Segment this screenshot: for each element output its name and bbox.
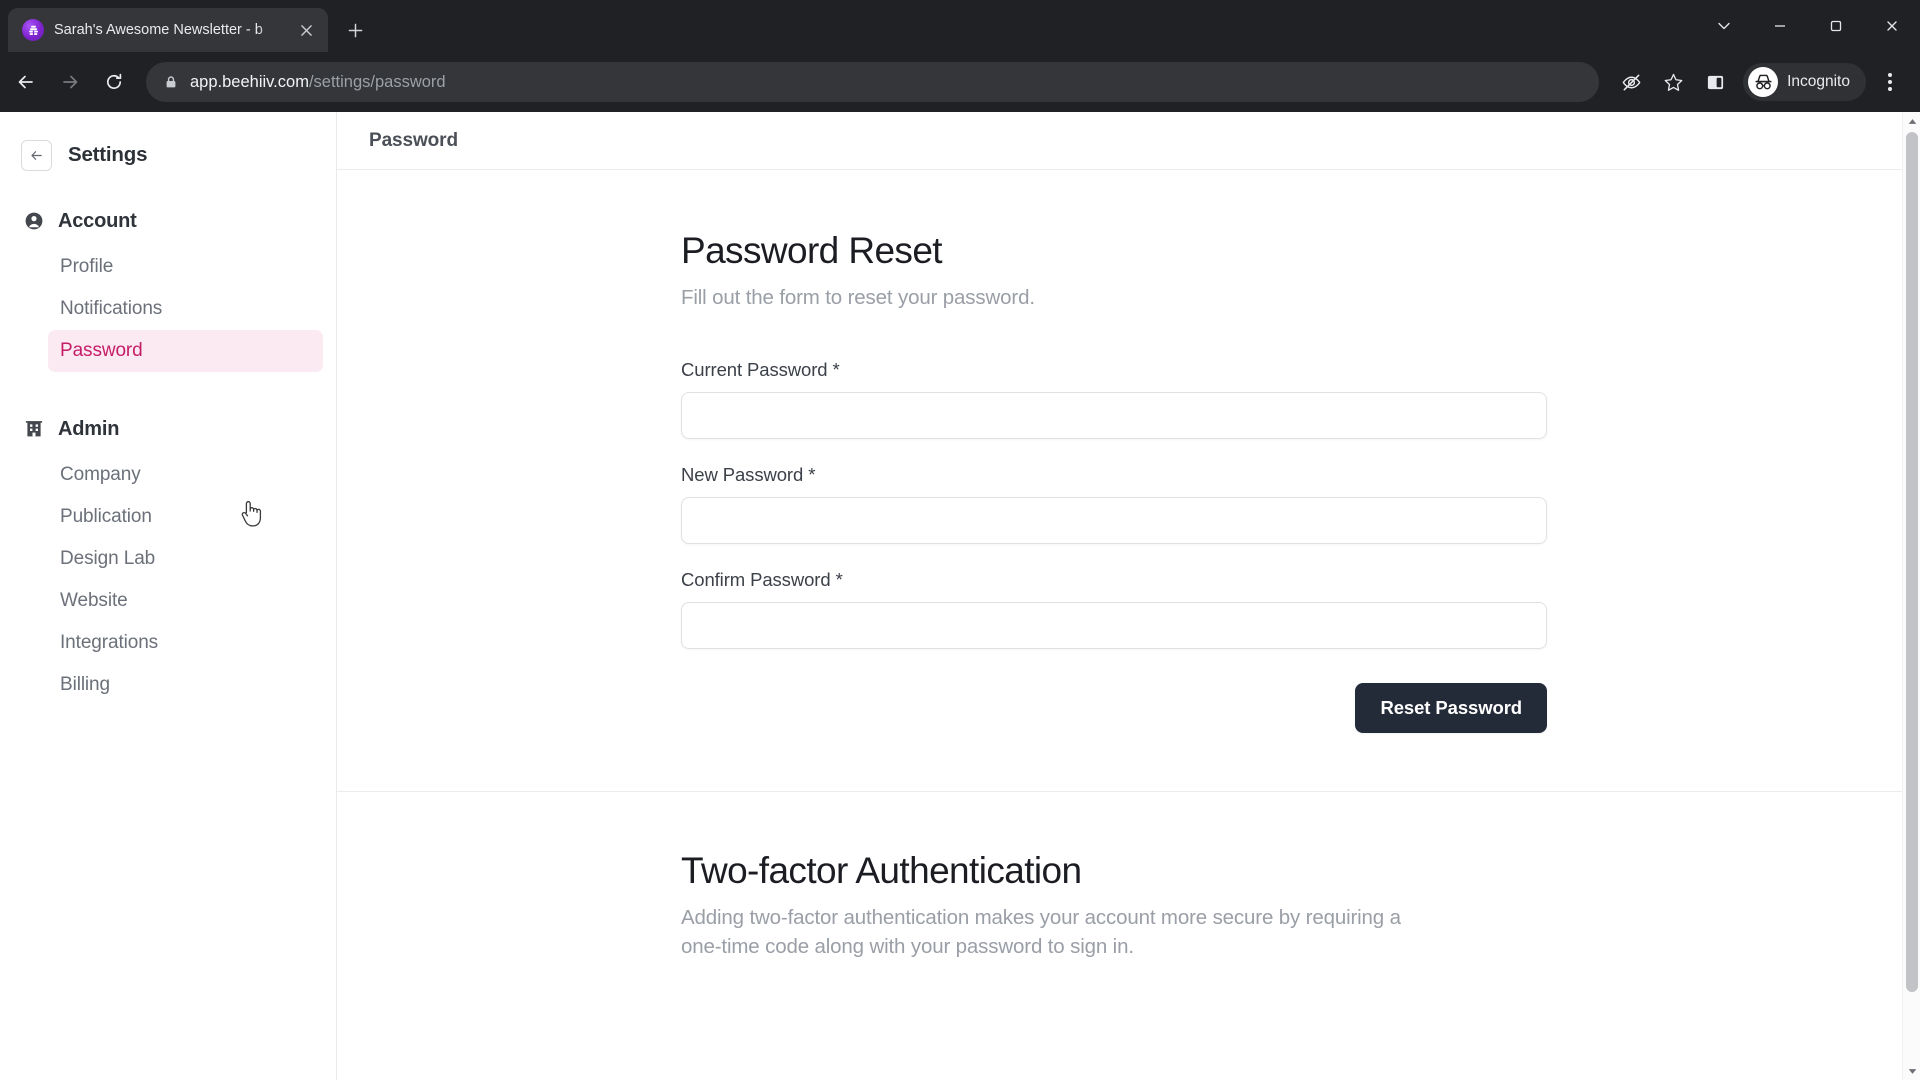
- new-password-label: New Password *: [681, 463, 816, 485]
- incognito-avatar-icon: [1748, 67, 1779, 97]
- sidebar-header: Settings: [0, 134, 336, 176]
- sidebar-group-label-admin: Admin: [58, 417, 120, 440]
- tab-strip: Sarah's Awesome Newsletter - b: [0, 0, 1920, 52]
- search-tabs-icon[interactable]: [1696, 0, 1752, 52]
- arrow-left-icon[interactable]: [21, 139, 52, 171]
- form-actions: Reset Password: [681, 682, 1547, 791]
- three-dot-menu-icon[interactable]: [1872, 62, 1908, 102]
- minimize-icon[interactable]: [1752, 0, 1808, 52]
- sidebar-item-label: Profile: [60, 256, 114, 277]
- confirm-password-input[interactable]: [681, 601, 1547, 649]
- sidebar-title: Settings: [68, 143, 148, 166]
- lock-icon: [164, 75, 178, 89]
- tab-title: Sarah's Awesome Newsletter - b: [54, 22, 263, 38]
- sidebar-item-label: Integrations: [60, 632, 159, 653]
- settings-content: Password Password Reset Fill out the for…: [337, 112, 1920, 1080]
- field-new-password: New Password *: [681, 464, 1547, 544]
- sidebar-item-notifications[interactable]: Notifications: [48, 288, 323, 330]
- tab-close-icon[interactable]: [294, 18, 318, 42]
- new-password-input[interactable]: [681, 496, 1547, 544]
- url-text: app.beehiiv.com/settings/password: [190, 73, 446, 92]
- confirm-password-label: Confirm Password *: [681, 568, 843, 590]
- maximize-icon[interactable]: [1808, 0, 1864, 52]
- user-circle-icon: [24, 211, 44, 231]
- reset-password-button[interactable]: Reset Password: [1355, 682, 1547, 733]
- sidebar-item-label: Company: [60, 464, 141, 485]
- incognito-profile-button[interactable]: Incognito: [1743, 63, 1866, 101]
- sidebar-item-label: Design Lab: [60, 548, 156, 569]
- current-password-label: Current Password *: [681, 358, 840, 380]
- building-icon: [24, 419, 44, 439]
- reload-button[interactable]: [94, 62, 134, 102]
- content-header: Password: [337, 112, 1920, 170]
- sidebar-item-company[interactable]: Company: [48, 454, 323, 496]
- sidebar-item-profile[interactable]: Profile: [48, 246, 323, 288]
- menu-dot: [1888, 80, 1892, 84]
- field-current-password: Current Password *: [681, 359, 1547, 439]
- menu-dot: [1888, 73, 1892, 77]
- browser-tab[interactable]: Sarah's Awesome Newsletter - b: [8, 8, 328, 52]
- sidebar-item-label: Publication: [60, 506, 152, 527]
- password-reset-section: Password Reset Fill out the form to rese…: [337, 170, 1920, 792]
- menu-dot: [1888, 87, 1892, 91]
- sidebar-item-password[interactable]: Password: [48, 330, 323, 372]
- back-button[interactable]: [6, 62, 46, 102]
- sidebar-item-label: Password: [60, 340, 143, 361]
- password-reset-heading: Password Reset: [681, 230, 943, 271]
- page-scrollbar[interactable]: [1902, 112, 1920, 1080]
- sidebar-group-label-account: Account: [58, 209, 137, 232]
- beehiiv-favicon: [22, 19, 44, 41]
- password-reset-subtitle: Fill out the form to reset your password…: [681, 286, 1035, 309]
- scroll-down-arrow-icon[interactable]: [1903, 1062, 1920, 1080]
- eye-slash-icon[interactable]: [1611, 62, 1651, 102]
- url-host: app.beehiiv.com: [190, 72, 309, 91]
- sidebar-item-label: Billing: [60, 674, 110, 695]
- two-factor-description: Adding two-factor authentication makes y…: [681, 905, 1401, 959]
- scroll-up-arrow-icon[interactable]: [1903, 112, 1920, 130]
- address-bar[interactable]: app.beehiiv.com/settings/password: [146, 62, 1600, 102]
- settings-sidebar: Settings Account Profile Notifications P…: [0, 112, 337, 1080]
- sidebar-item-label: Notifications: [60, 298, 163, 319]
- field-confirm-password: Confirm Password *: [681, 569, 1547, 649]
- sidebar-item-label: Website: [60, 590, 128, 611]
- sidebar-items-admin: Company Publication Design Lab Website I…: [0, 454, 336, 706]
- two-factor-section: Two-factor Authentication Adding two-fac…: [337, 792, 1920, 962]
- star-icon[interactable]: [1653, 62, 1693, 102]
- sidebar-item-website[interactable]: Website: [48, 580, 323, 622]
- scrollbar-thumb[interactable]: [1906, 132, 1918, 992]
- toolbar-icons: Incognito: [1611, 62, 1908, 102]
- page-viewport: Settings Account Profile Notifications P…: [0, 112, 1920, 1080]
- sidebar-group-header-admin: Admin: [0, 412, 336, 446]
- sidebar-group-account: Account Profile Notifications Password: [0, 204, 336, 372]
- window-controls: [1696, 0, 1920, 52]
- current-password-input[interactable]: [681, 391, 1547, 439]
- sidebar-item-design-lab[interactable]: Design Lab: [48, 538, 323, 580]
- sidebar-item-publication[interactable]: Publication: [48, 496, 323, 538]
- forward-button[interactable]: [50, 62, 90, 102]
- sidebar-item-billing[interactable]: Billing: [48, 664, 323, 706]
- close-window-icon[interactable]: [1864, 0, 1920, 52]
- browser-window: Sarah's Awesome Newsletter - b app.beehi…: [0, 0, 1920, 1080]
- sidebar-items-account: Profile Notifications Password: [0, 246, 336, 372]
- incognito-label: Incognito: [1787, 73, 1850, 90]
- side-panel-icon[interactable]: [1695, 62, 1735, 102]
- sidebar-group-admin: Admin Company Publication Design Lab Web…: [0, 412, 336, 706]
- page-title: Password: [369, 129, 458, 151]
- url-path: /settings/password: [308, 72, 446, 91]
- password-reset-form: Current Password * New Password * Confir…: [681, 359, 1547, 791]
- new-tab-button[interactable]: [338, 13, 372, 47]
- sidebar-item-integrations[interactable]: Integrations: [48, 622, 323, 664]
- two-factor-heading: Two-factor Authentication: [681, 849, 1082, 891]
- sidebar-group-header-account: Account: [0, 204, 336, 238]
- browser-toolbar: app.beehiiv.com/settings/password Incogn…: [0, 52, 1920, 112]
